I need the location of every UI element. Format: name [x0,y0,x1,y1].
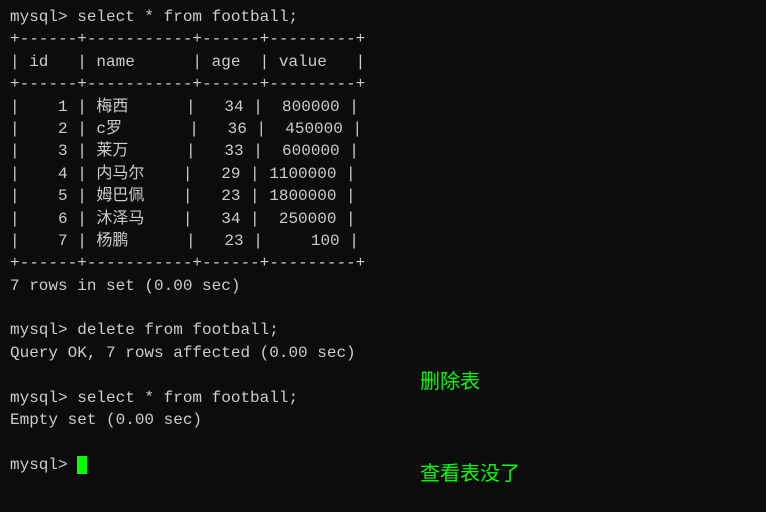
table-border: +------+-----------+------+---------+ [10,28,756,50]
sql-command: mysql> delete from football; [10,319,756,341]
table-row: | 1 | 梅西 | 34 | 800000 | [10,96,756,118]
table-row: | 6 | 沐泽马 | 34 | 250000 | [10,208,756,230]
table-header: | id | name | age | value | [10,51,756,73]
cursor-icon [77,456,87,474]
mysql-prompt[interactable]: mysql> [10,454,756,476]
sql-command: mysql> select * from football; [10,6,756,28]
table-border: +------+-----------+------+---------+ [10,73,756,95]
table-row: | 2 | c罗 | 36 | 450000 | [10,118,756,140]
table-row: | 3 | 莱万 | 33 | 600000 | [10,140,756,162]
annotation-delete: 删除表 [420,368,480,396]
sql-command: mysql> select * from football; [10,387,756,409]
result-status: Empty set (0.00 sec) [10,409,756,431]
table-body: | 1 | 梅西 | 34 | 800000 || 2 | c罗 | 36 | … [10,96,756,253]
result-status: 7 rows in set (0.00 sec) [10,275,756,297]
table-row: | 5 | 姆巴佩 | 23 | 1800000 | [10,185,756,207]
table-border: +------+-----------+------+---------+ [10,252,756,274]
terminal-output: mysql> select * from football; +------+-… [10,6,756,476]
result-status: Query OK, 7 rows affected (0.00 sec) [10,342,756,364]
table-row: | 4 | 内马尔 | 29 | 1100000 | [10,163,756,185]
annotation-view: 查看表没了 [420,460,520,488]
table-row: | 7 | 杨鹏 | 23 | 100 | [10,230,756,252]
